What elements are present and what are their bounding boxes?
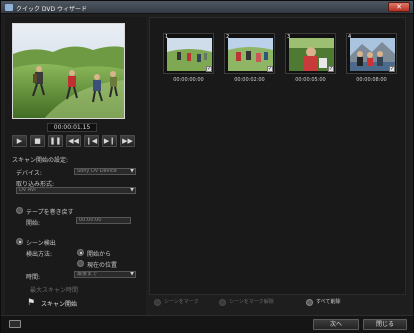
preview-timecode: 00:00:01.15 (47, 123, 97, 132)
thumbnail-index: 4 (348, 34, 352, 40)
close-button[interactable]: 閉じる (363, 319, 407, 330)
unmark-scene-button[interactable]: シーンをマーク解除 (229, 298, 274, 305)
title-bar: クイック DVD ウィザード ✕ (1, 1, 413, 14)
thumbnail-checkbox[interactable]: ✓ (206, 66, 212, 72)
thumbnail-index: 2 (226, 34, 230, 40)
window-title: クイック DVD ウィザード (16, 6, 88, 13)
mark-scene-button[interactable]: シーンをマーク (164, 298, 199, 305)
thumbnail-checkbox[interactable]: ✓ (267, 66, 273, 72)
duration-label: 時間: (26, 274, 41, 281)
thumbnail-frame: 4 ✓ (346, 33, 397, 74)
stop-button[interactable]: ■ (30, 135, 45, 147)
thumbnail-timecode: 00:00:05:00 (295, 77, 326, 83)
chevron-down-icon: ▼ (130, 168, 134, 174)
close-window-button[interactable]: ✕ (388, 2, 410, 12)
thumbnail-frame: 1 ✓ (163, 33, 214, 74)
format-value: DV AVI (19, 187, 36, 193)
chevron-down-icon: ▼ (130, 271, 134, 277)
video-preview (12, 23, 125, 119)
previous-button[interactable]: ❙◀ (84, 135, 99, 147)
scene-detect-radio[interactable] (16, 238, 23, 245)
device-label: デバイス: (16, 170, 42, 177)
current-position-label: 現在の位置 (87, 262, 118, 269)
thumbnail-checkbox[interactable]: ✓ (328, 66, 334, 72)
thumbnail-index: 3 (287, 34, 291, 40)
start-scan-button[interactable]: スキャン開始 (41, 299, 77, 308)
delete-all-icon (306, 299, 313, 306)
unmark-scene-icon (219, 299, 226, 306)
bottom-bar: 次へ 閉じる (1, 315, 413, 333)
fast-forward-button[interactable]: ▶▶ (120, 135, 135, 147)
thumbnail-frame: 3 ✓ (285, 33, 336, 74)
keyboard-icon[interactable] (9, 320, 21, 328)
start-value: 00:00:00 (79, 217, 102, 223)
from-start-label: 開始から (87, 251, 112, 258)
rewind-tape-label: テープを巻き戻す (26, 209, 74, 216)
next-frame-button[interactable]: ▶❙ (102, 135, 117, 147)
current-position-radio[interactable] (77, 260, 84, 267)
mark-scene-icon (154, 299, 161, 306)
scene-thumbnail[interactable]: 4 ✓ 00:00:08:00 (346, 33, 397, 85)
next-button[interactable]: 次へ (313, 319, 359, 330)
thumbnail-timecode: 00:00:02:00 (234, 77, 265, 83)
thumbnail-timecode: 00:00:08:00 (356, 77, 387, 83)
scene-detect-label: シーン検出 (26, 240, 56, 247)
scan-icon: ⚑ (27, 298, 36, 308)
transport-controls: ▶ ■ ❚❚ ◀◀ ❙◀ ▶❙ ▶▶ (12, 135, 141, 147)
scan-settings-heading: スキャン開始の設定: (12, 157, 69, 164)
format-dropdown[interactable]: DV AVI ▼ (16, 187, 136, 194)
duration-value: 最後まで (77, 271, 98, 277)
scene-thumbnail[interactable]: 1 ✓ 00:00:00:00 (163, 33, 214, 85)
duration-dropdown[interactable]: 最後まで ▼ (74, 271, 136, 278)
max-scan-time-checkbox-label[interactable]: 最大スキャン時間 (30, 285, 78, 294)
scene-thumbnail[interactable]: 3 ✓ 00:00:05:00 (285, 33, 336, 85)
preview-image (13, 24, 124, 118)
pause-button[interactable]: ❚❚ (48, 135, 63, 147)
thumbnail-index: 1 (165, 34, 169, 40)
start-timecode-field[interactable]: 00:00:00 (76, 217, 131, 224)
scene-thumbnail[interactable]: 2 ✓ 00:00:02:00 (224, 33, 275, 85)
scan-method-label: 検出方法: (26, 251, 53, 258)
thumbnail-frame: 2 ✓ (224, 33, 275, 74)
delete-all-button[interactable]: すべて削除 (316, 298, 340, 305)
quick-dvd-wizard-window: クイック DVD ウィザード ✕ 00:00:01.15 ▶ ■ ❚❚ ◀◀ ❙… (0, 0, 414, 333)
left-panel: 00:00:01.15 ▶ ■ ❚❚ ◀◀ ❙◀ ▶❙ ▶▶ スキャン開始の設定… (5, 17, 146, 315)
device-value: Sony DV Device (77, 168, 117, 174)
rewind-button[interactable]: ◀◀ (66, 135, 81, 147)
thumbnail-checkbox[interactable]: ✓ (389, 66, 395, 72)
from-start-radio[interactable] (77, 249, 84, 256)
scene-thumbnail-area: 1 ✓ 00:00:00:00 2 ✓ 00:00:02:00 3 ✓ 00:0… (149, 17, 406, 295)
rewind-tape-radio[interactable] (16, 207, 23, 214)
play-button[interactable]: ▶ (12, 135, 27, 147)
thumbnail-timecode: 00:00:00:00 (173, 77, 204, 83)
start-label: 開始: (26, 220, 41, 227)
chevron-down-icon: ▼ (130, 187, 134, 193)
app-icon (5, 4, 13, 11)
device-dropdown[interactable]: Sony DV Device ▼ (74, 168, 136, 175)
